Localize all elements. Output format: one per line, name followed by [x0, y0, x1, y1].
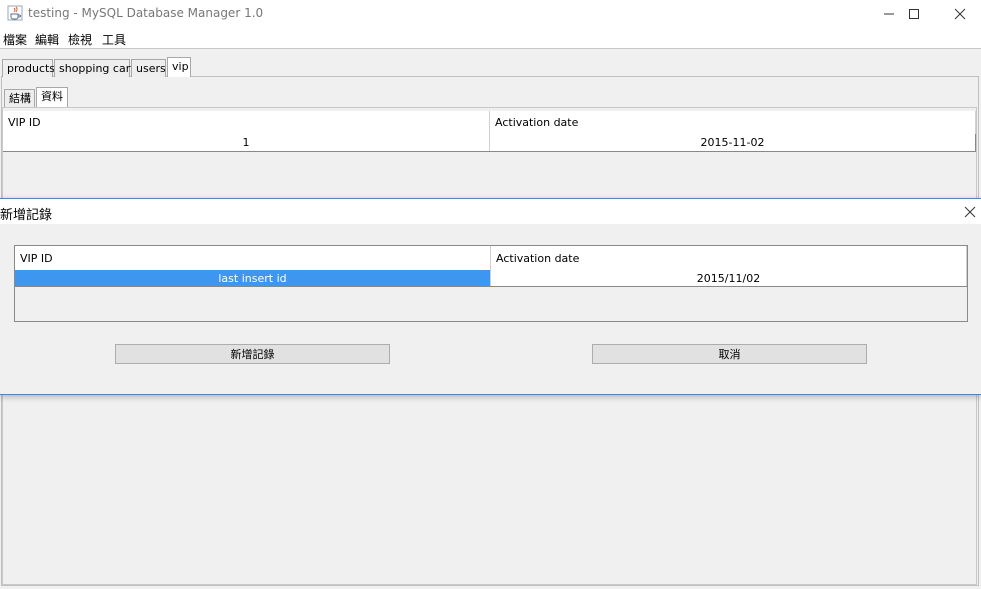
menu-tools[interactable]: 工具 [102, 31, 126, 48]
add-record-dialog: 新增記錄 VIP ID Activation date last insert … [0, 198, 981, 395]
menu-bar: 檔案 編輯 檢視 工具 [0, 28, 981, 49]
column-header-vip-id[interactable]: VIP ID [3, 111, 490, 134]
dialog-table: VIP ID Activation date last insert id 20… [14, 245, 968, 322]
tab-structure[interactable]: 結構 [4, 89, 35, 107]
menu-file[interactable]: 檔案 [3, 31, 27, 48]
cell-activation-date[interactable]: 2015-11-02 [490, 134, 976, 151]
tab-data[interactable]: 資料 [36, 87, 68, 107]
table-row[interactable]: last insert id 2015/11/02 [15, 270, 967, 287]
tab-users[interactable]: users [131, 59, 166, 77]
window-title: testing - MySQL Database Manager 1.0 [28, 6, 264, 20]
column-header-activation-date[interactable]: Activation date [491, 246, 967, 270]
column-header-activation-date[interactable]: Activation date [490, 111, 976, 134]
dialog-close-button[interactable] [958, 199, 981, 224]
column-header-vip-id[interactable]: VIP ID [15, 246, 491, 270]
title-bar: testing - MySQL Database Manager 1.0 [0, 0, 981, 28]
cell-vip-id[interactable]: 1 [3, 134, 490, 151]
menu-view[interactable]: 檢視 [68, 31, 92, 48]
maximize-button[interactable] [891, 0, 937, 28]
table-row[interactable]: 1 2015-11-02 [3, 134, 976, 152]
tab-vip[interactable]: vip [167, 57, 191, 77]
java-app-icon [7, 5, 23, 21]
cell-activation-date-input[interactable]: 2015/11/02 [491, 270, 967, 286]
cancel-button[interactable]: 取消 [592, 344, 867, 364]
tab-shopping-cart[interactable]: shopping cart [54, 59, 135, 77]
maximize-icon [909, 9, 919, 19]
close-button[interactable] [937, 0, 981, 28]
dialog-title: 新增記錄 [0, 208, 53, 223]
add-record-button[interactable]: 新增記錄 [115, 344, 390, 364]
close-icon [954, 8, 966, 20]
dialog-title-bar: 新增記錄 [0, 199, 981, 224]
main-table-header: VIP ID Activation date [3, 111, 976, 135]
dialog-table-header: VIP ID Activation date [15, 246, 967, 271]
tab-products[interactable]: products [2, 59, 55, 77]
cell-vip-id-selected[interactable]: last insert id [15, 270, 491, 286]
close-icon [964, 206, 975, 217]
menu-edit[interactable]: 編輯 [35, 31, 59, 48]
